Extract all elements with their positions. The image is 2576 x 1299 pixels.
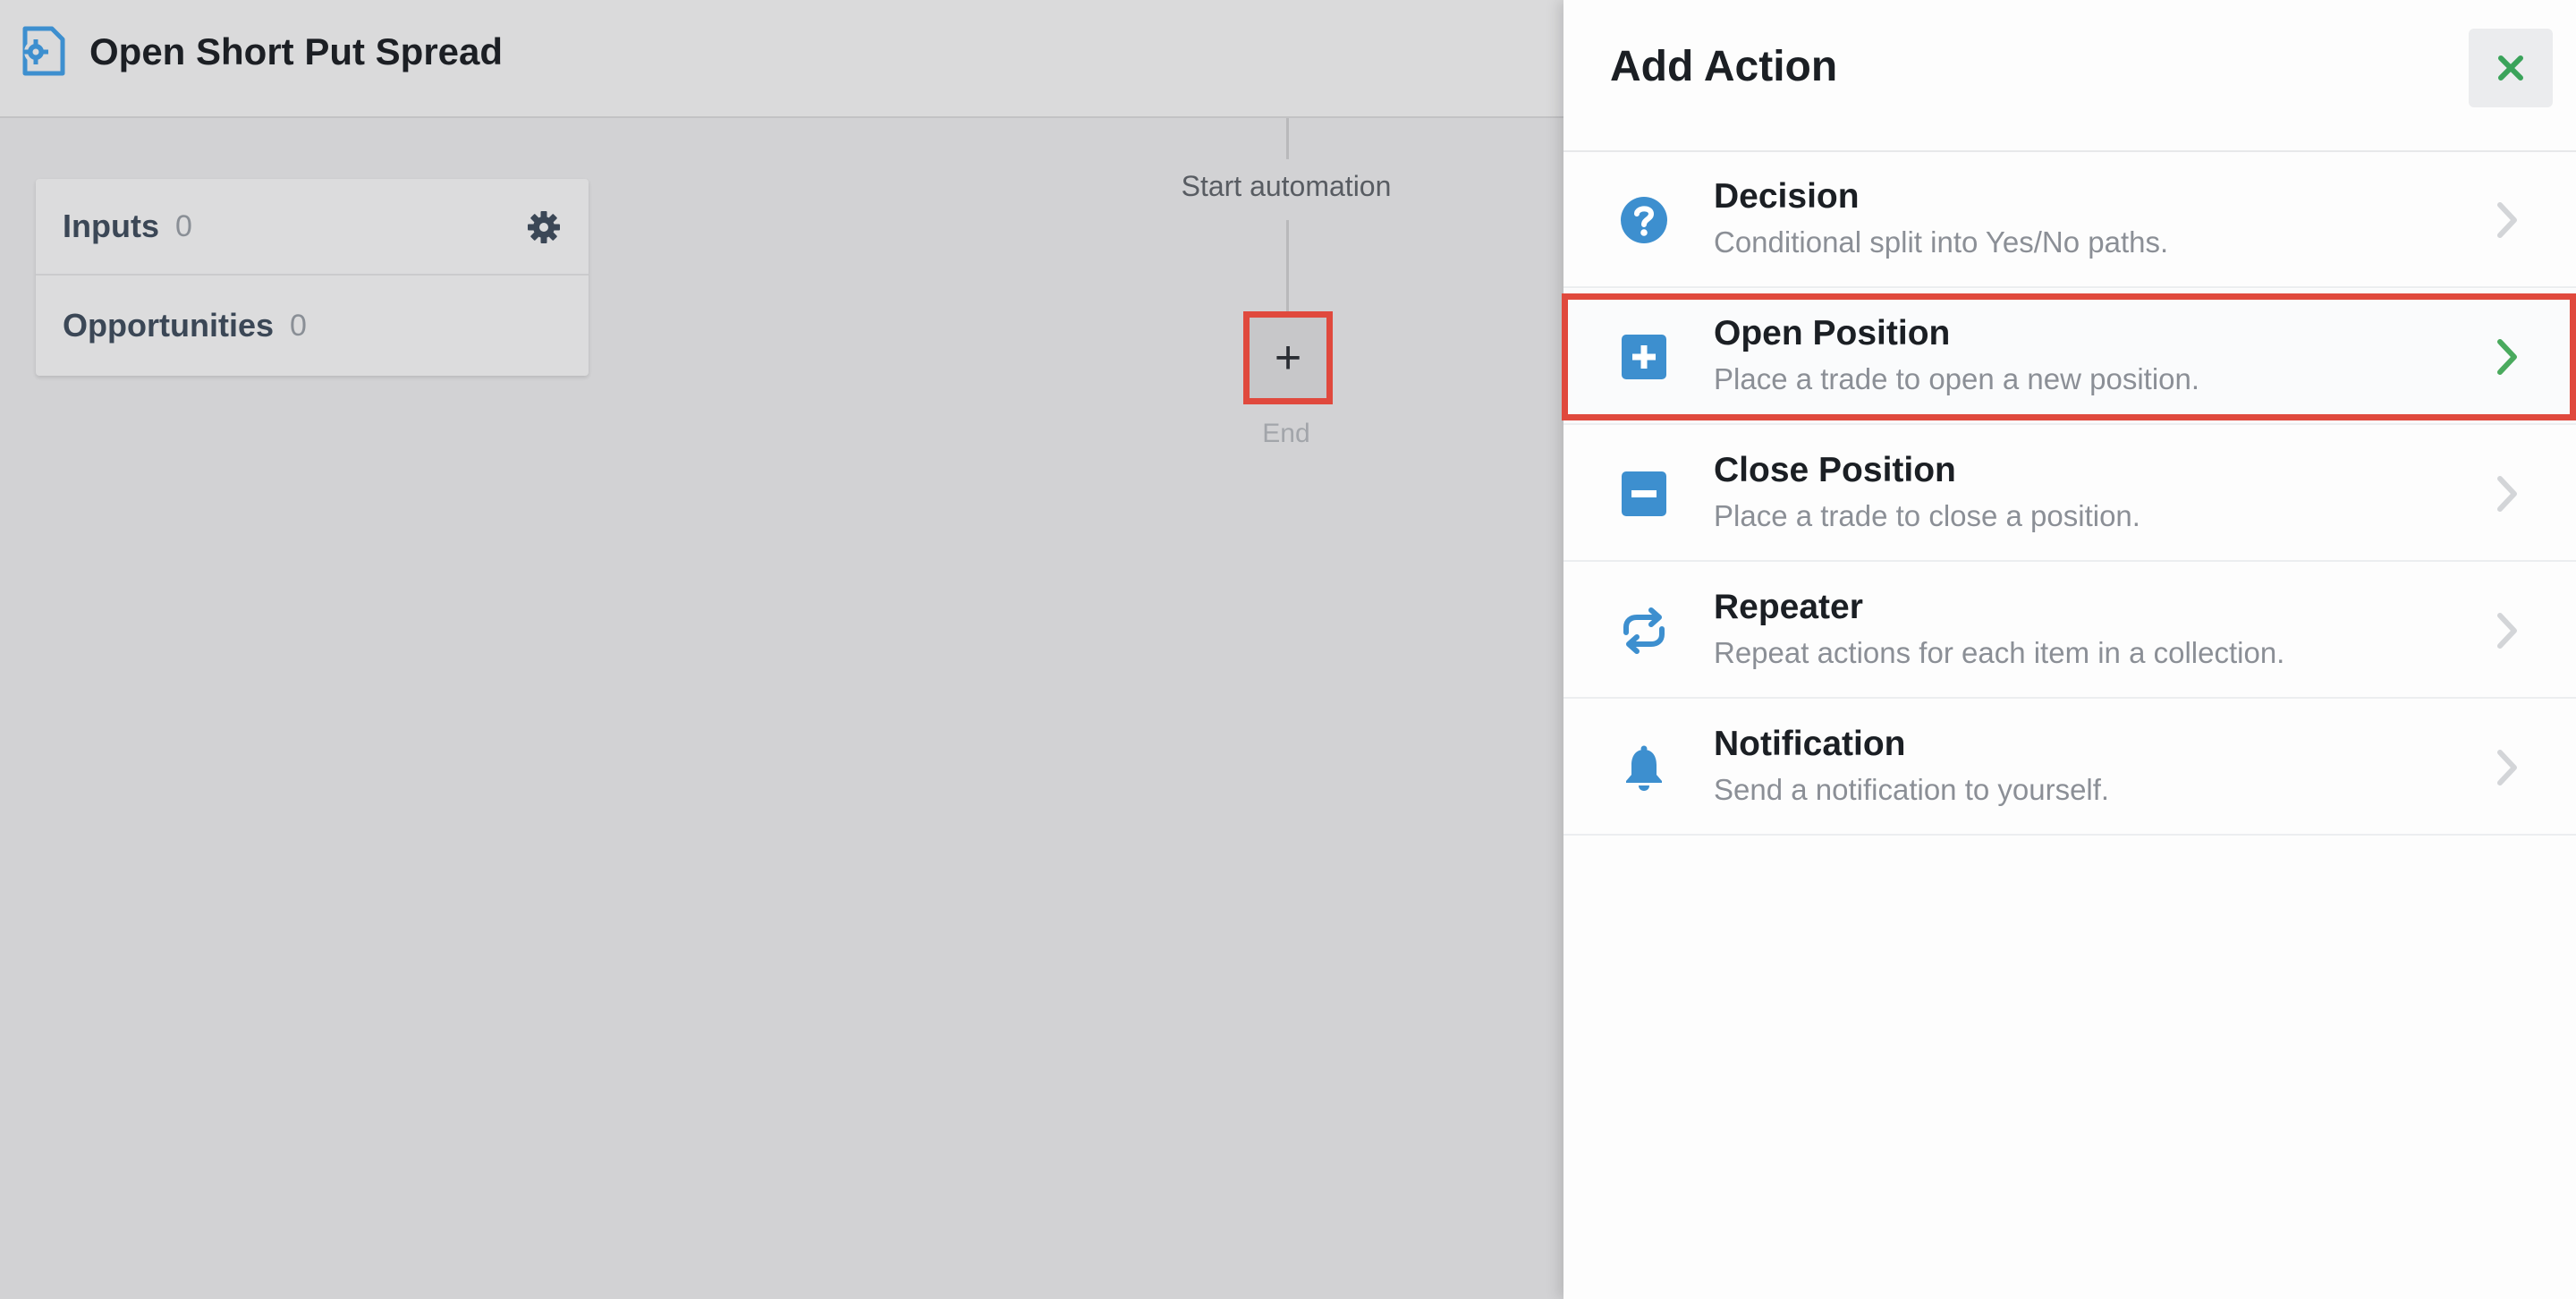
action-title: Close Position bbox=[1714, 451, 1956, 489]
opportunities-label: Opportunities bbox=[63, 307, 274, 344]
start-automation-label: Start automation bbox=[1181, 170, 1392, 202]
end-label: End bbox=[1262, 419, 1310, 448]
minus-square-icon bbox=[1622, 471, 1666, 516]
action-notification[interactable]: Notification Send a notification to your… bbox=[1563, 700, 2576, 836]
action-title: Decision bbox=[1714, 177, 1860, 216]
opportunities-row[interactable]: Opportunities 0 bbox=[36, 277, 589, 374]
top-bar: Open Short Put Spread bbox=[0, 0, 1563, 118]
flow-connector-mid bbox=[1286, 220, 1289, 311]
action-description: Repeat actions for each item in a collec… bbox=[1714, 636, 2285, 669]
drawer-title: Add Action bbox=[1610, 43, 1838, 90]
page-title: Open Short Put Spread bbox=[89, 30, 504, 72]
action-close-position[interactable]: Close Position Place a trade to close a … bbox=[1563, 426, 2576, 562]
add-action-drawer: Add Action Decision Conditional split in… bbox=[1563, 0, 2576, 1299]
action-repeater[interactable]: Repeater Repeat actions for each item in… bbox=[1563, 563, 2576, 699]
question-circle-icon bbox=[1621, 197, 1667, 243]
automation-canvas: Open Short Put Spread Inputs 0 Opportuni… bbox=[0, 0, 1563, 1299]
close-button[interactable] bbox=[2469, 29, 2553, 107]
action-description: Place a trade to close a position. bbox=[1714, 499, 2140, 532]
opportunities-count: 0 bbox=[290, 308, 307, 343]
add-step-button[interactable]: + bbox=[1243, 311, 1333, 404]
automation-gear-icon bbox=[22, 26, 65, 76]
close-icon bbox=[2498, 55, 2523, 81]
chevron-right-icon bbox=[2497, 339, 2517, 375]
action-title: Open Position bbox=[1714, 314, 1951, 352]
repeat-icon bbox=[1623, 607, 1665, 654]
bell-icon bbox=[1626, 745, 1662, 791]
action-description: Send a notification to yourself. bbox=[1714, 773, 2110, 806]
gear-icon[interactable] bbox=[526, 209, 562, 245]
inputs-opportunities-panel: Inputs 0 Opportunities 0 bbox=[36, 179, 589, 376]
chevron-right-icon bbox=[2497, 476, 2517, 512]
action-title: Notification bbox=[1714, 725, 1906, 763]
inputs-row[interactable]: Inputs 0 bbox=[36, 179, 589, 276]
action-decision[interactable]: Decision Conditional split into Yes/No p… bbox=[1563, 152, 2576, 288]
chevron-right-icon bbox=[2497, 613, 2517, 649]
plus-icon: + bbox=[1274, 332, 1302, 384]
action-title: Repeater bbox=[1714, 588, 1863, 626]
action-description: Place a trade to open a new position. bbox=[1714, 362, 2200, 395]
chevron-right-icon bbox=[2497, 202, 2517, 238]
chevron-right-icon bbox=[2497, 750, 2517, 785]
action-description: Conditional split into Yes/No paths. bbox=[1714, 225, 2169, 259]
inputs-count: 0 bbox=[174, 208, 192, 243]
flow-connector-top bbox=[1286, 118, 1289, 159]
action-open-position[interactable]: Open Position Place a trade to open a ne… bbox=[1563, 289, 2576, 425]
inputs-label: Inputs bbox=[63, 208, 159, 244]
plus-square-icon bbox=[1622, 335, 1666, 379]
